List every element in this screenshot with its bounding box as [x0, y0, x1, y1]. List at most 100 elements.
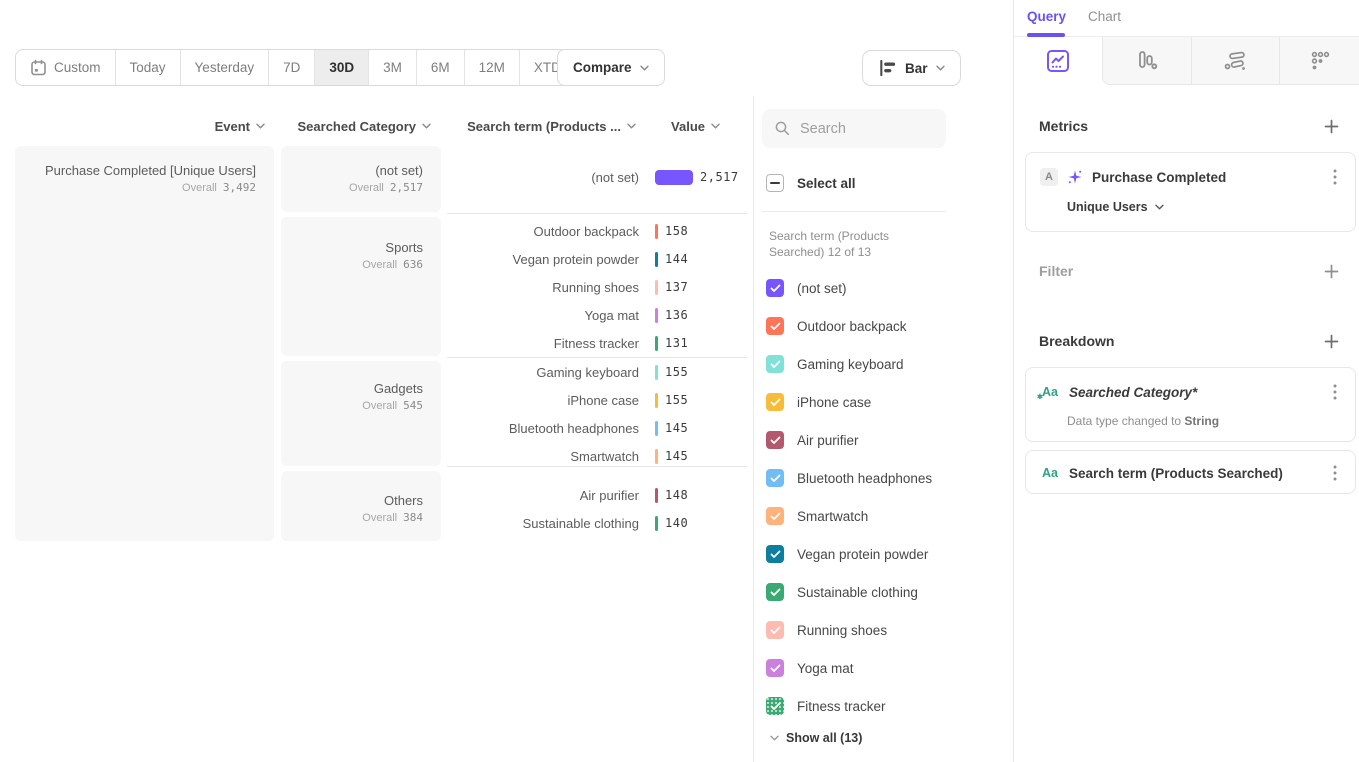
checkbox-checked[interactable]: [766, 621, 784, 639]
date-range-3m[interactable]: 3M: [369, 50, 417, 85]
select-all-row[interactable]: Select all: [766, 174, 856, 192]
category-cell-others: Others Overall384: [281, 471, 441, 541]
series-item-gaming-keyboard[interactable]: Gaming keyboard: [766, 345, 1006, 383]
report-tab-insights-active[interactable]: [1015, 37, 1101, 85]
filter-header: Filter: [1039, 263, 1339, 279]
search-input[interactable]: [800, 121, 930, 137]
panel-tabs: Query Chart: [1014, 0, 1359, 37]
chevron-down-icon: [711, 123, 720, 129]
breakdown-card-search-term[interactable]: Aa Search term (Products Searched): [1025, 450, 1356, 494]
event-overall: Overall3,492: [25, 181, 256, 194]
retention-dots-icon: [1307, 48, 1333, 74]
aggregation-dropdown[interactable]: Unique Users: [1067, 200, 1355, 214]
insights-chart-icon: [1045, 48, 1071, 74]
tab-query[interactable]: Query: [1027, 9, 1066, 24]
breakdown-name: Search term (Products Searched): [1069, 466, 1320, 481]
show-all-toggle[interactable]: Show all (13): [770, 731, 862, 745]
table-row: iPhone case 155: [447, 386, 747, 414]
table-row: Yoga mat 136: [447, 301, 747, 329]
report-tab-funnels[interactable]: [1104, 37, 1190, 85]
kebab-menu-icon[interactable]: [1329, 463, 1341, 483]
report-tab-flows[interactable]: [1192, 37, 1278, 85]
column-header-value[interactable]: Value: [650, 116, 720, 136]
checkbox-checked[interactable]: [766, 507, 784, 525]
column-header-search-term[interactable]: Search term (Products ...: [440, 116, 636, 136]
checkbox-checked[interactable]: [766, 317, 784, 335]
date-range-custom[interactable]: Custom: [16, 50, 116, 85]
checkbox-checked[interactable]: [766, 431, 784, 449]
string-type-icon: ✱Aa: [1040, 385, 1060, 399]
report-tab-retention[interactable]: [1280, 37, 1359, 85]
chevron-down-icon: [770, 735, 779, 741]
compare-button[interactable]: Compare: [557, 49, 665, 86]
divider: [762, 211, 946, 212]
data-type-note: Data type changed to String: [1067, 414, 1355, 428]
series-item-running-shoes[interactable]: Running shoes: [766, 611, 1006, 649]
metrics-header: Metrics: [1039, 118, 1339, 134]
add-filter-button[interactable]: [1324, 264, 1339, 279]
table-row: Fitness tracker 131: [447, 329, 747, 357]
chevron-down-icon: [936, 65, 945, 71]
value-bar: [655, 488, 658, 503]
panel-divider: [753, 96, 754, 762]
select-all-checkbox-indeterminate[interactable]: [766, 174, 784, 192]
funnel-bars-icon: [1134, 48, 1160, 74]
category-cell-not-set: (not set) Overall2,517: [281, 146, 441, 212]
series-item-yoga-mat[interactable]: Yoga mat: [766, 649, 1006, 687]
add-breakdown-button[interactable]: [1324, 334, 1339, 349]
date-range-label: Custom: [54, 60, 101, 75]
chevron-down-icon: [640, 65, 649, 71]
series-item-fitness-tracker[interactable]: Fitness tracker: [766, 687, 1006, 725]
series-item-smartwatch[interactable]: Smartwatch: [766, 497, 1006, 535]
chevron-down-icon: [422, 123, 431, 129]
checkbox-checked[interactable]: [766, 659, 784, 677]
table-row: Gaming keyboard 155: [447, 358, 747, 386]
date-range-7d[interactable]: 7D: [269, 50, 315, 85]
add-metric-button[interactable]: [1324, 119, 1339, 134]
series-item-air-purifier[interactable]: Air purifier: [766, 421, 1006, 459]
string-type-icon: Aa: [1040, 466, 1060, 480]
value-bar: [655, 365, 658, 380]
checkbox-checked-patterned[interactable]: [766, 697, 784, 715]
value-bar: [655, 170, 693, 185]
group-separator: [447, 466, 747, 467]
kebab-menu-icon[interactable]: [1329, 382, 1341, 402]
minus-icon: [770, 182, 780, 184]
breakdown-card-searched-category[interactable]: ✱Aa Searched Category* Data type changed…: [1025, 367, 1356, 442]
table-row: Running shoes 137: [447, 273, 747, 301]
report-type-strip: [1014, 37, 1359, 85]
column-header-searched-category[interactable]: Searched Category: [281, 116, 431, 136]
table-row: Vegan protein powder 144: [447, 245, 747, 273]
date-range-control: Custom Today Yesterday 7D 30D 3M 6M 12M …: [15, 49, 592, 86]
series-item-outdoor-backpack[interactable]: Outdoor backpack: [766, 307, 1006, 345]
date-range-30d-selected[interactable]: 30D: [315, 50, 369, 85]
checkbox-checked[interactable]: [766, 469, 784, 487]
series-item-vegan-protein-powder[interactable]: Vegan protein powder: [766, 535, 1006, 573]
table-row: Outdoor backpack 158: [447, 217, 747, 245]
tab-chart[interactable]: Chart: [1088, 9, 1121, 24]
checkbox-checked[interactable]: [766, 393, 784, 411]
series-item-bluetooth-headphones[interactable]: Bluetooth headphones: [766, 459, 1006, 497]
date-range-yesterday[interactable]: Yesterday: [181, 50, 270, 85]
kebab-menu-icon[interactable]: [1329, 167, 1341, 187]
checkbox-checked[interactable]: [766, 583, 784, 601]
checkbox-checked[interactable]: [766, 279, 784, 297]
series-item-not-set[interactable]: (not set): [766, 269, 1006, 307]
metric-card[interactable]: A Purchase Completed Unique Users: [1025, 152, 1356, 232]
series-item-iphone-case[interactable]: iPhone case: [766, 383, 1006, 421]
series-item-sustainable-clothing[interactable]: Sustainable clothing: [766, 573, 1006, 611]
date-range-today[interactable]: Today: [116, 50, 181, 85]
series-checkbox-list: (not set) Outdoor backpack Gaming keyboa…: [766, 269, 1006, 725]
chart-type-selector[interactable]: Bar: [862, 50, 961, 86]
checkbox-checked[interactable]: [766, 545, 784, 563]
column-header-event[interactable]: Event: [60, 116, 265, 136]
series-list-label: Search term (Products Searched) 12 of 13: [769, 228, 947, 260]
date-range-12m[interactable]: 12M: [465, 50, 520, 85]
category-cell-sports: Sports Overall636: [281, 217, 441, 356]
metric-letter-badge: A: [1040, 168, 1058, 186]
value-bar: [655, 449, 658, 464]
checkbox-checked[interactable]: [766, 355, 784, 373]
bar-chart-icon: [878, 59, 897, 77]
date-range-6m[interactable]: 6M: [417, 50, 465, 85]
table-row: Bluetooth headphones 145: [447, 414, 747, 442]
